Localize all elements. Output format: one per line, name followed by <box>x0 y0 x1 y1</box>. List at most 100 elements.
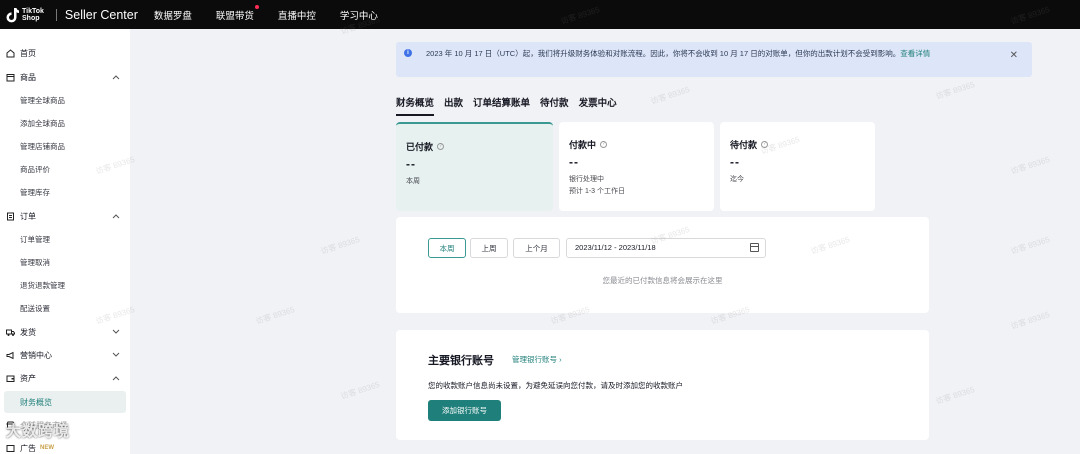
card-value: -- <box>730 155 740 169</box>
nav-learning-center[interactable]: 学习中心 <box>340 8 378 22</box>
banner-text: 2023 年 10 月 17 日（UTC）起，我们将升级财务体验和对账流程。因此… <box>426 49 901 58</box>
sidebar-group-shipping[interactable]: 发货 <box>0 321 130 343</box>
chevron-right-icon: › <box>559 355 562 364</box>
date-range-picker[interactable]: 2023/11/12 - 2023/11/18 <box>566 238 766 258</box>
watermark: 访客 89365 <box>1009 154 1051 177</box>
bank-description: 您的收款账户信息尚未设置，为避免延误向您付款，请及时添加您的收款账户 <box>428 381 683 390</box>
sidebar-item-manage-shop-products[interactable]: 管理店铺商品 <box>0 135 130 157</box>
order-icon <box>6 212 15 221</box>
card-title: 已付款 <box>406 142 434 152</box>
app-title: Seller Center <box>64 7 138 22</box>
add-bank-account-button[interactable]: 添加银行账号 <box>428 400 501 421</box>
empty-state-message: 您最近的已付款信息将会展示在这里 <box>602 276 723 285</box>
sidebar-item-finance-overview[interactable]: 财务概览 <box>4 391 126 413</box>
sidebar-item-label: 订单 <box>20 211 36 221</box>
sidebar-item-label: 发货 <box>20 327 36 337</box>
bank-account-panel: 主要银行账号 管理银行账号 › 您的收款账户信息尚未设置，为避免延误向您付款，请… <box>396 330 929 440</box>
watermark: 访客 89365 <box>319 234 361 257</box>
card-value: -- <box>406 157 416 171</box>
truck-icon <box>6 328 15 337</box>
card-subtext-eta: 预计 1-3 个工作日 <box>569 188 626 195</box>
sidebar-item-shipping-settings[interactable]: 配送设置 <box>0 297 130 319</box>
paid-card[interactable]: 已付款? -- 本周 <box>396 122 553 211</box>
in-progress-card[interactable]: 付款中? -- 银行处理中 预计 1-3 个工作日 <box>559 122 714 211</box>
chevron-down-icon <box>112 351 120 360</box>
card-subtext: 迄今 <box>730 176 744 183</box>
watermark: 访客 89365 <box>934 384 976 407</box>
chevron-up-icon <box>112 73 120 82</box>
tab-order-statements[interactable]: 订单结算账单 <box>473 95 530 116</box>
sidebar-item-order-management[interactable]: 订单管理 <box>0 228 130 250</box>
nav-affiliate[interactable]: 联盟带货 <box>215 4 259 22</box>
home-icon <box>6 48 15 58</box>
tab-pending-payments[interactable]: 待付款 <box>540 95 569 116</box>
finance-tabs: 财务概览 出款 订单结算账单 待付款 发票中心 <box>396 95 627 116</box>
info-icon: i <box>404 49 412 57</box>
bank-section-title: 主要银行账号 <box>428 355 494 367</box>
sidebar-group-orders[interactable]: 订单 <box>0 205 130 227</box>
card-value: -- <box>569 155 579 169</box>
product-icon <box>6 73 15 82</box>
help-icon[interactable]: ? <box>761 141 769 148</box>
header-divider <box>55 8 57 21</box>
corner-watermark: 大数跨境 <box>6 423 71 440</box>
card-subtext: 本周 <box>406 178 420 185</box>
watermark: 访客 89365 <box>339 379 381 402</box>
ads-icon <box>6 444 15 453</box>
watermark: 访客 89365 <box>934 79 976 102</box>
watermark: 访客 89365 <box>649 84 691 107</box>
sidebar-item-manage-global-products[interactable]: 管理全球商品 <box>0 89 130 111</box>
chevron-down-icon <box>112 328 120 337</box>
tab-payouts[interactable]: 出款 <box>444 95 463 116</box>
new-badge: NEW <box>40 445 54 451</box>
sidebar-item-returns-refunds[interactable]: 退货退款管理 <box>0 274 130 296</box>
logo-line-2: Shop <box>22 14 40 22</box>
tiktok-note-icon <box>6 7 20 23</box>
range-last-week-button[interactable]: 上周 <box>470 238 508 258</box>
sidebar-item-home[interactable]: 首页 <box>0 42 130 64</box>
help-icon[interactable]: ? <box>600 141 608 148</box>
sidebar-item-label: 资产 <box>20 373 36 383</box>
tab-finance-overview[interactable]: 财务概览 <box>396 95 435 116</box>
nav-data-compass[interactable]: 数据罗盘 <box>154 8 192 22</box>
card-title: 付款中 <box>569 140 597 150</box>
sidebar-item-label: 广告 <box>20 443 36 453</box>
sidebar-group-products[interactable]: 商品 <box>0 66 130 88</box>
sidebar-item-label: 营销中心 <box>20 350 52 360</box>
range-this-week-button[interactable]: 本周 <box>428 238 466 258</box>
close-icon[interactable]: ✕ <box>1010 50 1018 61</box>
help-icon[interactable]: ? <box>437 143 445 150</box>
notification-dot <box>254 4 259 9</box>
banner-details-link[interactable]: 查看详情 <box>900 49 930 58</box>
chevron-up-icon <box>112 212 120 221</box>
top-navigation-bar: TikTok Shop Seller Center 数据罗盘 联盟带货 直播中控… <box>0 0 1080 29</box>
watermark: 访客 89365 <box>1009 309 1051 332</box>
logo-line-1: TikTok <box>22 7 44 15</box>
date-range-value: 2023/11/12 - 2023/11/18 <box>575 243 656 252</box>
card-title: 待付款 <box>730 140 758 150</box>
pending-card[interactable]: 待付款? -- 迄今 <box>720 122 875 211</box>
sidebar-item-product-reviews[interactable]: 商品评价 <box>0 158 130 180</box>
sidebar-group-assets[interactable]: 资产 <box>0 367 130 389</box>
sidebar-item-inventory[interactable]: 管理库存 <box>0 181 130 203</box>
sidebar-item-add-global-products[interactable]: 添加全球商品 <box>0 112 130 134</box>
sidebar-item-cancellations[interactable]: 管理取消 <box>0 251 130 273</box>
tiktok-shop-logo[interactable]: TikTok Shop <box>6 7 44 23</box>
chevron-up-icon <box>112 374 120 383</box>
nav-live-control[interactable]: 直播中控 <box>278 8 316 22</box>
sidebar-item-label: 首页 <box>20 48 36 58</box>
megaphone-icon <box>6 351 15 360</box>
wallet-icon <box>6 374 15 383</box>
watermark: 访客 89365 <box>1009 234 1051 257</box>
sidebar-item-label: 商品 <box>20 72 36 82</box>
manage-link-label: 管理银行账号 <box>512 355 557 364</box>
paid-history-panel: 本周 上周 上个月 2023/11/12 - 2023/11/18 您最近的已付… <box>396 217 929 313</box>
range-last-month-button[interactable]: 上个月 <box>513 238 560 258</box>
sidebar-group-marketing[interactable]: 营销中心 <box>0 344 130 366</box>
sidebar: 首页 商品 管理全球商品 添加全球商品 管理店铺商品 商品评价 管理库存 订单 … <box>0 29 130 454</box>
nav-affiliate-label: 联盟带货 <box>215 10 254 22</box>
calendar-icon <box>750 243 759 252</box>
manage-bank-account-link[interactable]: 管理银行账号 › <box>512 354 562 365</box>
watermark: 访客 89365 <box>254 304 296 327</box>
tab-invoice-center[interactable]: 发票中心 <box>579 95 617 116</box>
